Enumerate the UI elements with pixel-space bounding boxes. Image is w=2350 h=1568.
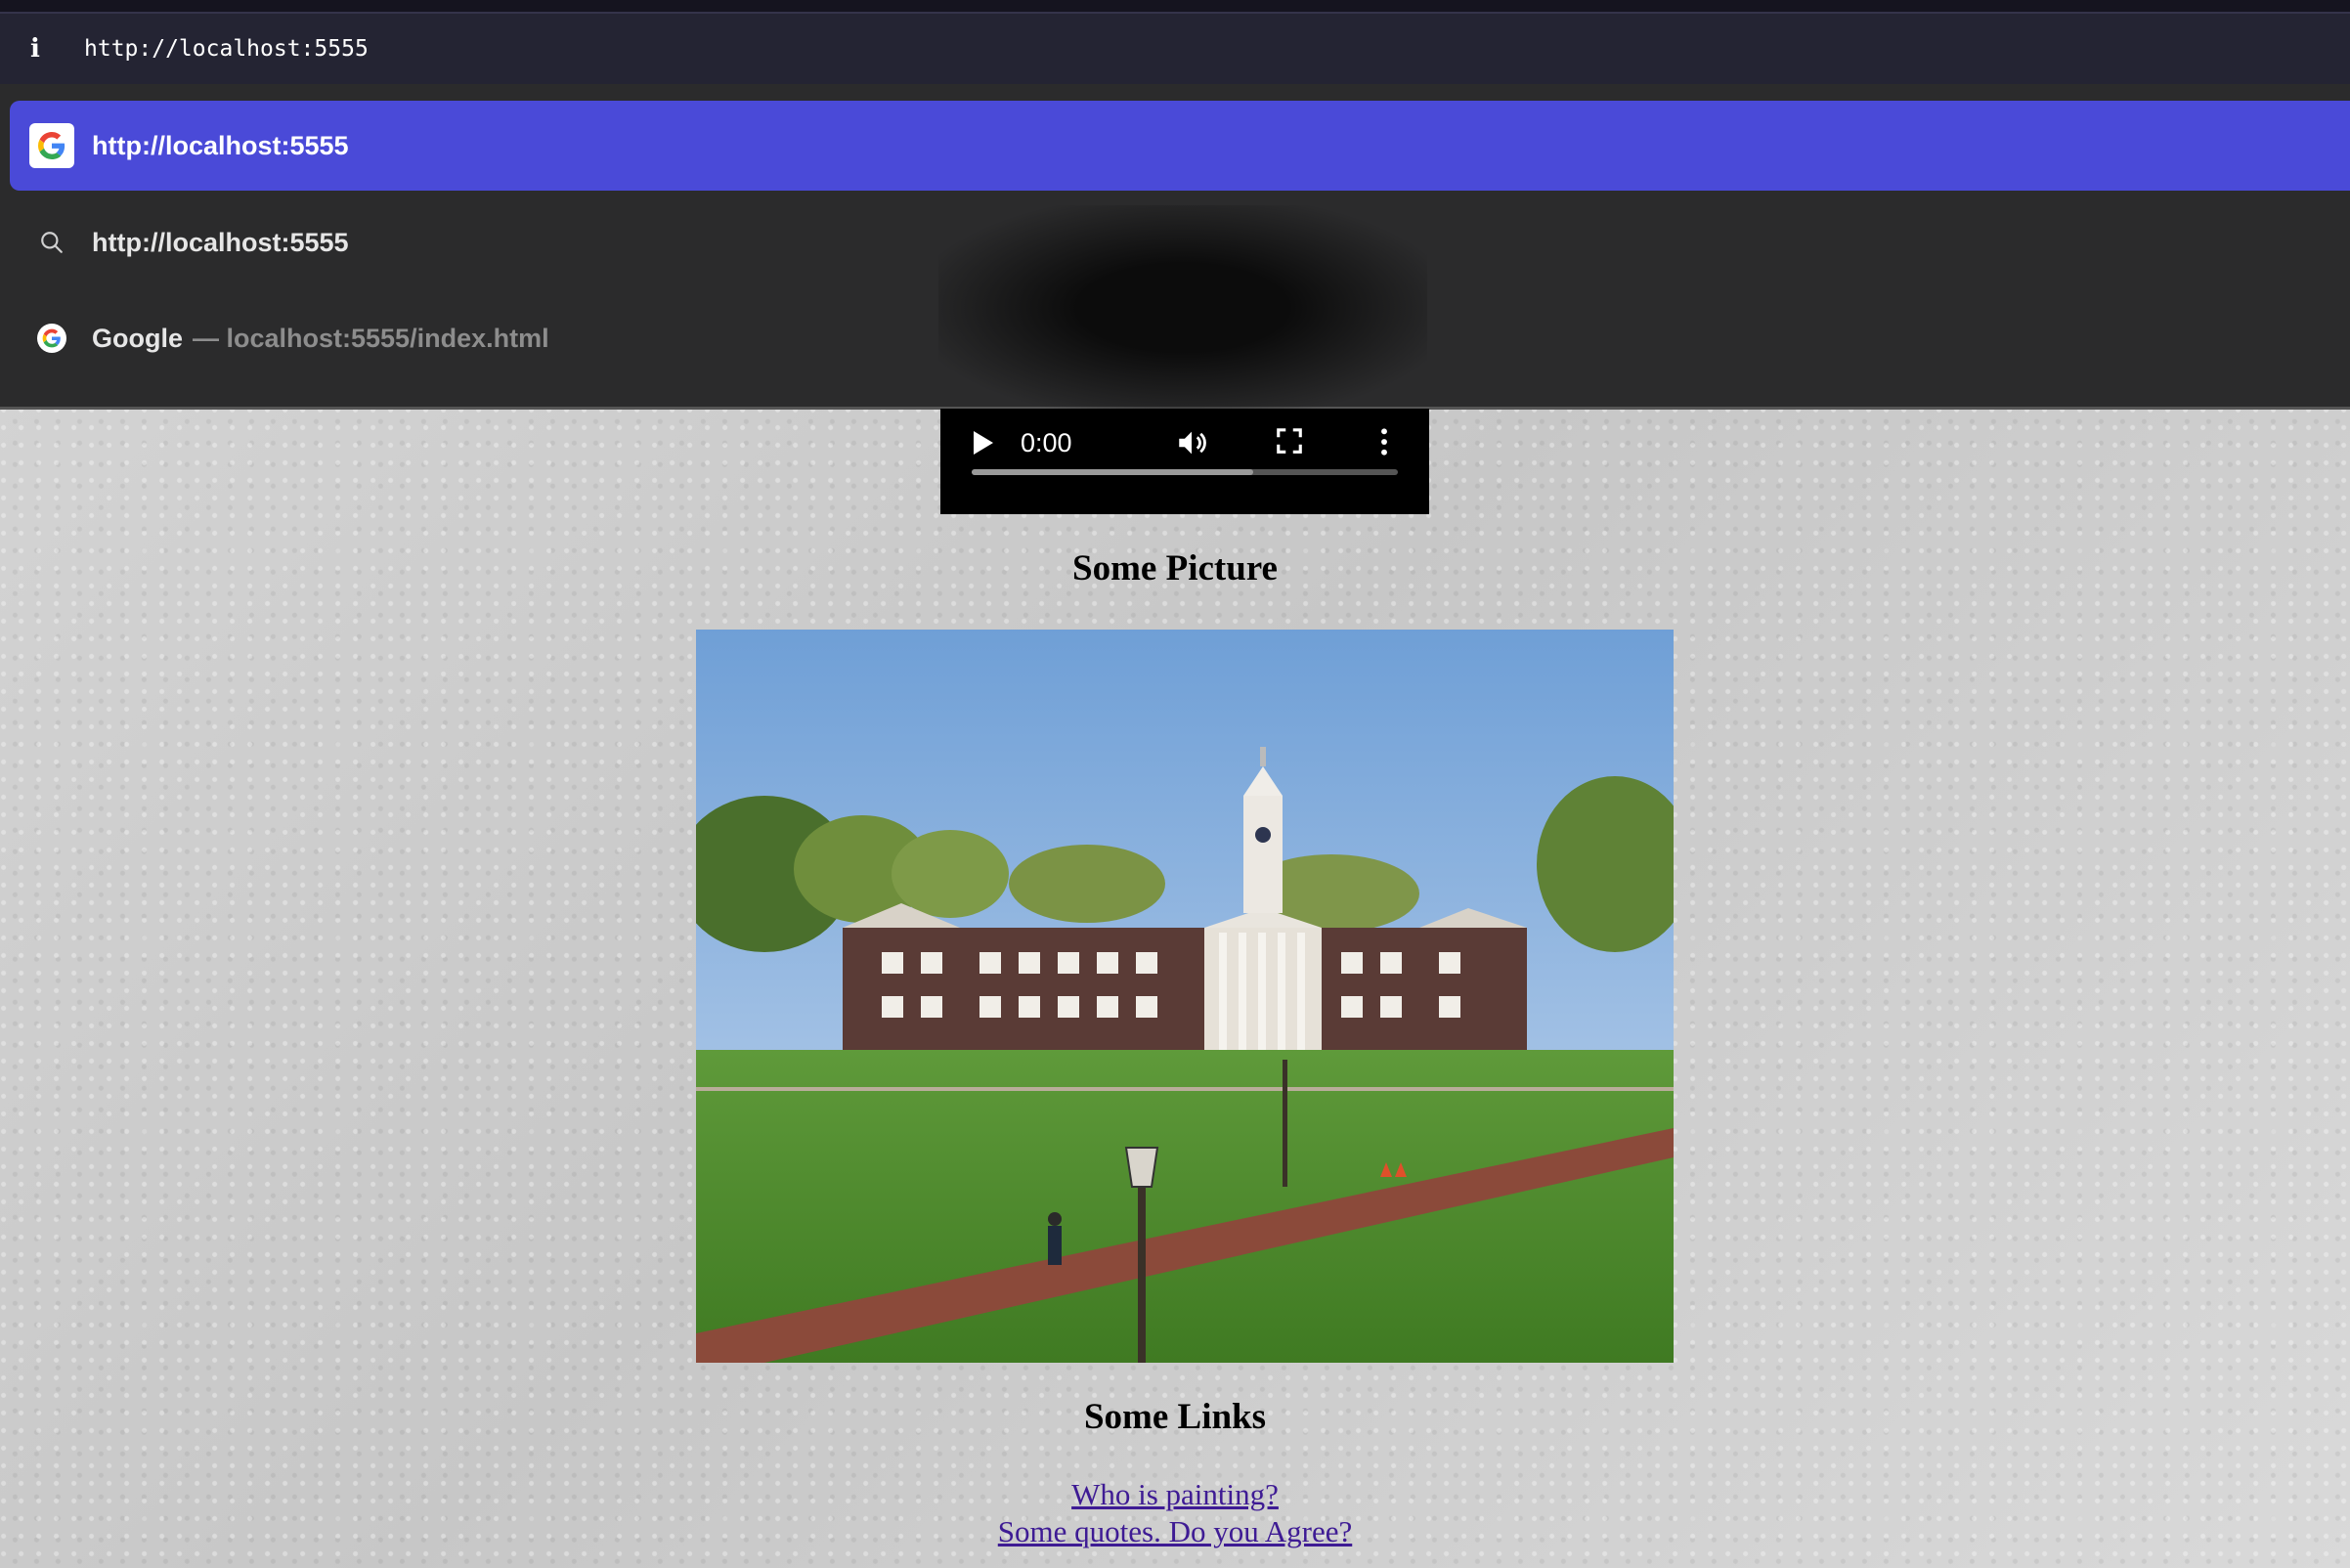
video-controls: 0:00 [940,409,1429,477]
video-time: 0:00 [1021,427,1072,457]
info-icon[interactable]: i [23,34,47,64]
campus-photo [696,630,1674,1363]
google-g-icon [29,316,74,361]
link-some-quotes[interactable]: Some quotes. Do you Agree? [0,1513,2350,1550]
more-options-icon[interactable] [1378,426,1390,462]
links-list: Who is painting? Some quotes. Do you Agr… [0,1476,2350,1550]
google-g-icon [29,123,74,168]
suggestion-label: http://localhost:5555 [92,130,349,160]
suggestion-label: Google [92,323,183,353]
suggestion-search[interactable]: http://localhost:5555 [10,197,2350,287]
address-bar-text[interactable]: http://localhost:5555 [84,36,369,62]
omnibox-suggestions: http://localhost:5555 http://localhost:5… [0,84,2350,410]
video-player[interactable]: 0:00 [940,409,1429,514]
picture-heading: Some Picture [1072,548,1278,588]
link-who-is-painting[interactable]: Who is painting? [0,1476,2350,1513]
search-icon [29,220,74,265]
browser-top-edge [0,0,2350,14]
suggestion-label: http://localhost:5555 [92,227,349,257]
suggestion-history[interactable]: Google — localhost:5555/index.html [10,293,2350,383]
video-buffered-fill [972,469,1253,475]
suggestion-url-selected[interactable]: http://localhost:5555 [10,101,2350,191]
volume-icon[interactable] [1175,426,1208,464]
play-icon[interactable] [974,431,993,455]
video-progress-bar[interactable] [972,469,1398,475]
suggestion-subtext: — localhost:5555/index.html [193,323,549,353]
address-bar[interactable]: i http://localhost:5555 [0,14,2350,84]
fullscreen-icon[interactable] [1275,426,1304,460]
links-heading: Some Links [1083,1397,1267,1437]
